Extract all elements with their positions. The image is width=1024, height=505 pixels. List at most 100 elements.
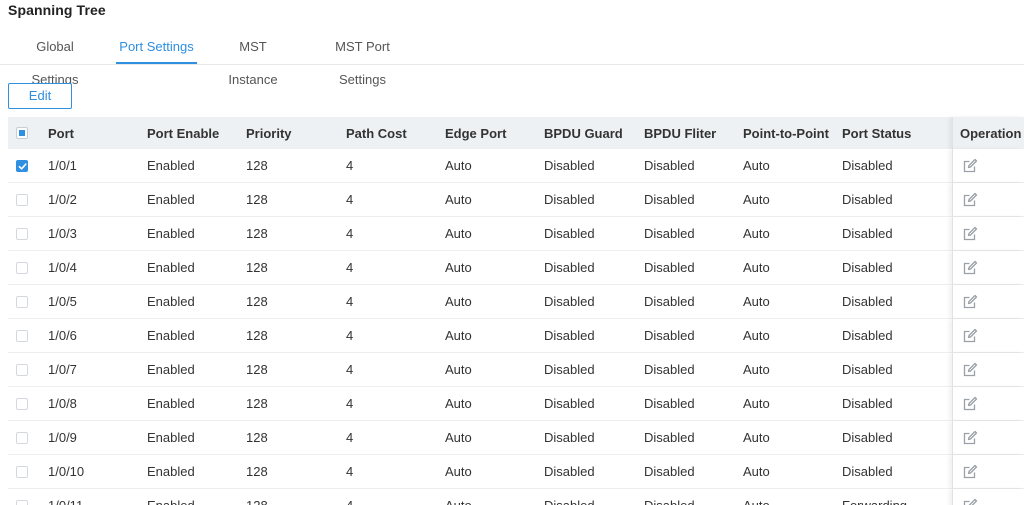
edit-icon[interactable] — [962, 226, 978, 242]
tab-port-settings[interactable]: Port Settings — [116, 30, 197, 64]
port-status-cell: Disabled — [842, 294, 893, 309]
column-header-bpdu-guard[interactable]: BPDU Guard — [544, 117, 623, 149]
edge-port-cell: Auto — [445, 260, 472, 275]
tab-mst-port-settings[interactable]: MST Port Settings — [314, 30, 411, 87]
port-settings-table: Port Port Enable Priority Path Cost Edge… — [8, 117, 1024, 505]
edit-icon[interactable] — [962, 260, 978, 276]
row-select-cell — [16, 455, 34, 488]
port-status-cell: Disabled — [842, 192, 893, 207]
point-to-point-cell: Auto — [743, 328, 770, 343]
row-select-cell — [16, 149, 34, 182]
operation-cell — [952, 455, 1024, 488]
table-row[interactable]: 1/0/5 Enabled 128 4 Auto Disabled Disabled Auto… — [8, 285, 1024, 319]
row-checkbox[interactable] — [16, 329, 28, 342]
row-select-cell — [16, 319, 34, 352]
bpdu-guard-cell: Disabled — [544, 489, 595, 505]
column-header-edge-port[interactable]: Edge Port — [445, 117, 506, 149]
port-enable-cell: Enabled — [147, 226, 195, 241]
bpdu-guard-cell: Disabled — [544, 294, 595, 309]
column-header-priority[interactable]: Priority — [246, 117, 292, 149]
table-row[interactable]: 1/0/2 Enabled 128 4 Auto Disabled Disabled Auto… — [8, 183, 1024, 217]
column-header-port-enable[interactable]: Port Enable — [147, 117, 219, 149]
point-to-point-cell: Auto — [743, 260, 770, 275]
edge-port-cell: Auto — [445, 294, 472, 309]
edit-icon[interactable] — [962, 192, 978, 208]
table-row[interactable]: 1/0/4 Enabled 128 4 Auto Disabled Disabled Auto… — [8, 251, 1024, 285]
row-checkbox[interactable] — [16, 431, 28, 444]
table-row[interactable]: 1/0/1 Enabled 128 4 Auto Disabled Disabled Auto… — [8, 149, 1024, 183]
edit-icon[interactable] — [962, 328, 978, 344]
tab-global-settings[interactable]: Global Settings — [14, 30, 96, 87]
row-checkbox[interactable] — [16, 193, 28, 206]
port-enable-cell: Enabled — [147, 396, 195, 411]
bpdu-guard-cell: Disabled — [544, 192, 595, 207]
table-header: Port Port Enable Priority Path Cost Edge… — [8, 117, 1024, 149]
edit-icon[interactable] — [962, 464, 978, 480]
row-checkbox[interactable] — [16, 397, 28, 410]
port-status-cell: Disabled — [842, 396, 893, 411]
column-header-bpdu-filter[interactable]: BPDU Fliter — [644, 117, 716, 149]
path-cost-cell: 4 — [346, 489, 353, 505]
row-checkbox[interactable] — [16, 499, 28, 505]
path-cost-cell: 4 — [346, 430, 354, 445]
port-status-cell: Disabled — [842, 260, 893, 275]
edit-icon[interactable] — [962, 498, 978, 505]
table-row[interactable]: 1/0/9 Enabled 128 4 Auto Disabled Disabled Auto… — [8, 421, 1024, 455]
path-cost-cell: 4 — [346, 294, 354, 309]
operation-cell — [952, 353, 1024, 386]
column-header-path-cost[interactable]: Path Cost — [346, 117, 407, 149]
table-row[interactable]: 1/0/3 Enabled 128 4 Auto Disabled Disabled Auto… — [8, 217, 1024, 251]
row-checkbox[interactable] — [16, 363, 28, 376]
bpdu-filter-cell: Disabled — [644, 158, 695, 173]
table-row[interactable]: 1/0/7 Enabled 128 4 Auto Disabled Disabled Auto… — [8, 353, 1024, 387]
edit-icon[interactable] — [962, 362, 978, 378]
row-checkbox[interactable] — [16, 261, 28, 274]
row-select-cell — [16, 421, 34, 454]
path-cost-cell: 4 — [346, 226, 354, 241]
bpdu-guard-cell: Disabled — [544, 328, 595, 343]
port-cell: 1/0/11 — [48, 489, 83, 505]
column-header-port-status[interactable]: Port Status — [842, 117, 911, 149]
table-row[interactable]: 1/0/8 Enabled 128 4 Auto Disabled Disabled Auto… — [8, 387, 1024, 421]
edit-icon[interactable] — [962, 158, 978, 174]
path-cost-cell: 4 — [346, 362, 354, 377]
row-checkbox[interactable] — [16, 465, 28, 478]
table-row[interactable]: 1/0/6 Enabled 128 4 Auto Disabled Disabled Auto… — [8, 319, 1024, 353]
operation-cell — [952, 489, 1024, 505]
bpdu-filter-cell: Disabled — [644, 192, 695, 207]
edit-button[interactable]: Edit — [8, 83, 72, 109]
priority-cell: 128 — [246, 464, 268, 479]
table-row[interactable]: 1/0/10 Enabled 128 4 Auto Disabled Disabled Aut… — [8, 455, 1024, 489]
edit-icon[interactable] — [962, 396, 978, 412]
port-enable-cell: Enabled — [147, 260, 195, 275]
edit-icon[interactable] — [962, 430, 978, 446]
port-cell: 1/0/10 — [48, 464, 85, 479]
bpdu-filter-cell: Disabled — [644, 294, 695, 309]
port-status-cell: Disabled — [842, 430, 893, 445]
port-enable-cell: Enabled — [147, 328, 195, 343]
table-row[interactable]: 1/0/11 Enabled 128 4 Auto Disabled Disabled Aut… — [8, 489, 1024, 505]
column-header-port[interactable]: Port — [48, 117, 74, 149]
column-header-operation: Operation — [952, 117, 1024, 149]
row-checkbox[interactable] — [16, 227, 28, 240]
point-to-point-cell: Auto — [743, 489, 770, 505]
port-cell: 1/0/6 — [48, 328, 77, 343]
row-checkbox[interactable] — [16, 295, 28, 308]
bpdu-filter-cell: Disabled — [644, 260, 695, 275]
port-cell: 1/0/3 — [48, 226, 77, 241]
priority-cell: 128 — [246, 362, 268, 377]
select-all-checkbox[interactable] — [16, 127, 28, 139]
port-cell: 1/0/2 — [48, 192, 77, 207]
port-enable-cell: Enabled — [147, 464, 195, 479]
port-status-cell: Disabled — [842, 464, 893, 479]
path-cost-cell: 4 — [346, 328, 354, 343]
page-title: Spanning Tree — [8, 2, 106, 18]
tab-mst-instance[interactable]: MST Instance — [216, 30, 290, 87]
bpdu-guard-cell: Disabled — [544, 260, 595, 275]
point-to-point-cell: Auto — [743, 464, 770, 479]
column-header-point-to-point[interactable]: Point-to-Point — [743, 117, 829, 149]
edit-icon[interactable] — [962, 294, 978, 310]
row-checkbox[interactable] — [16, 159, 28, 172]
table-body: 1/0/1 Enabled 128 4 Auto Disabled Disabled Auto… — [8, 149, 1024, 505]
row-select-cell — [16, 251, 34, 284]
